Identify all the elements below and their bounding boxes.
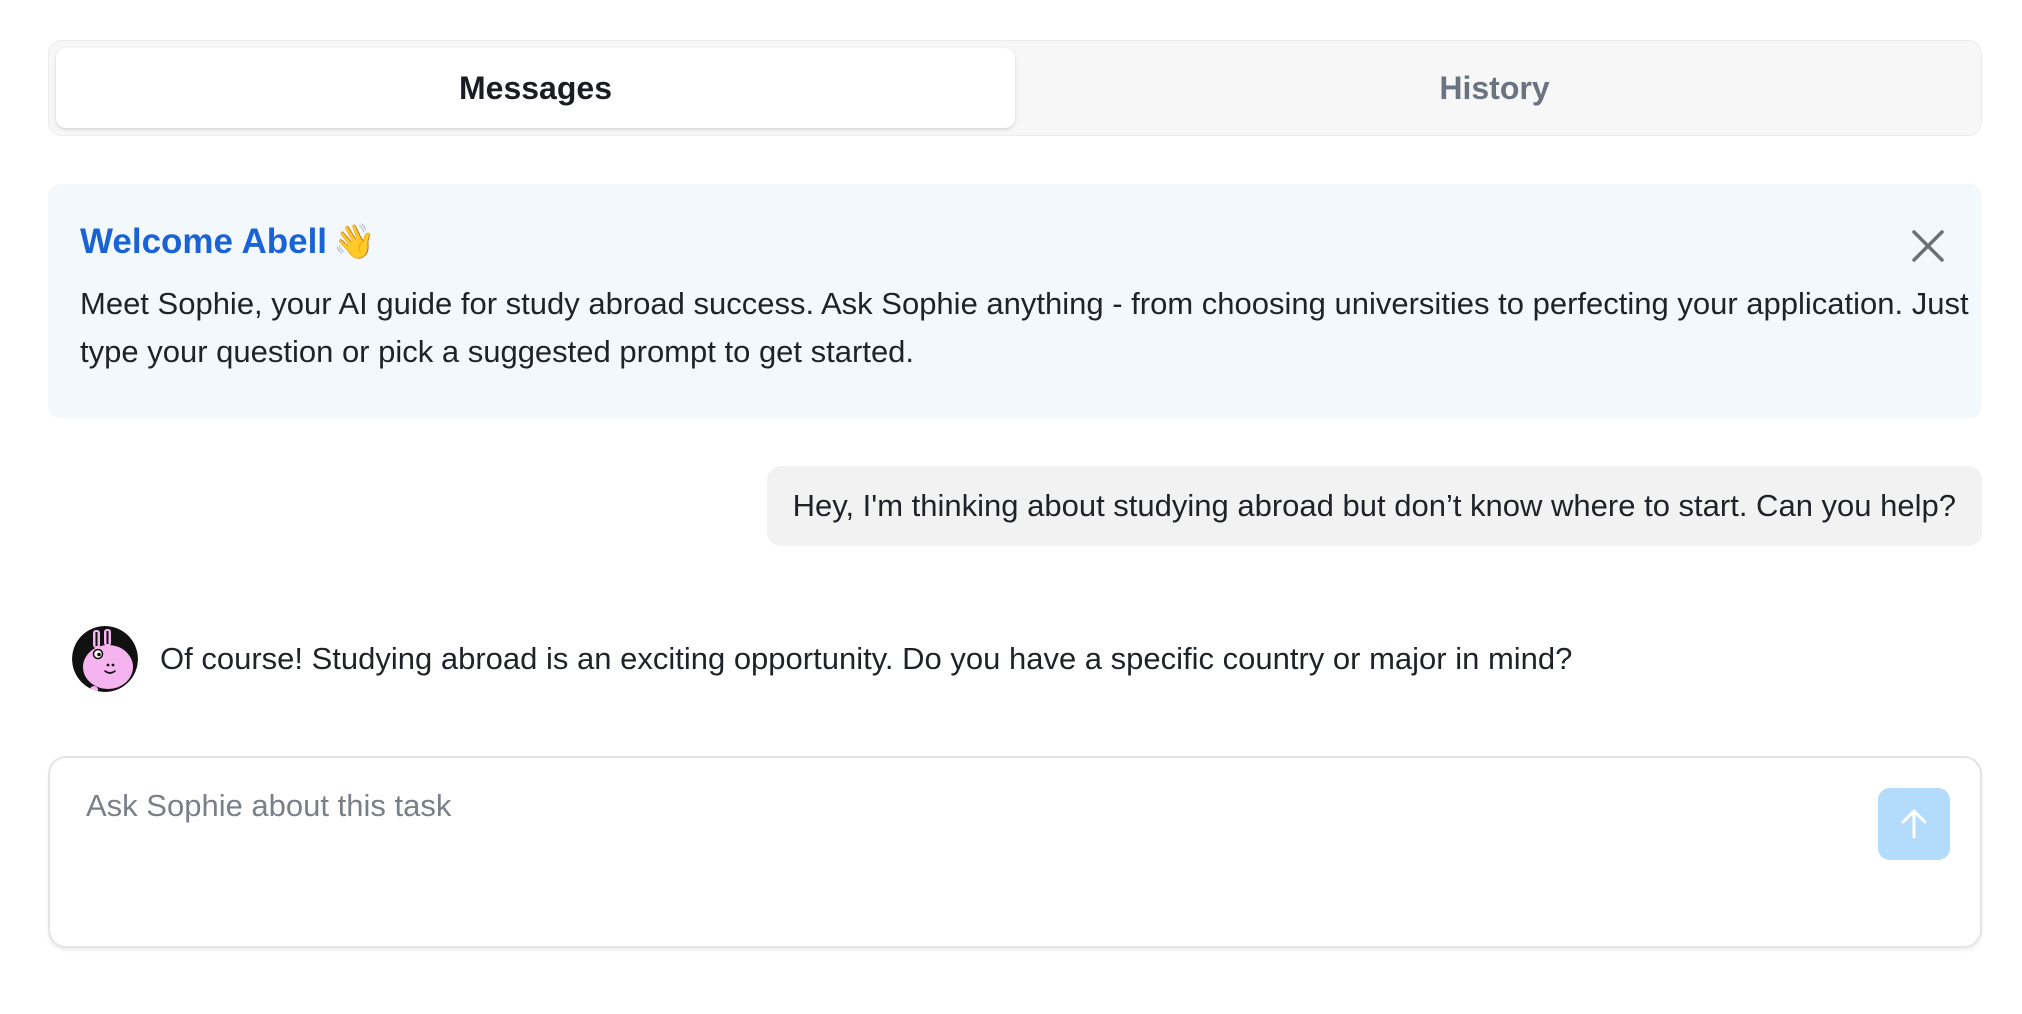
user-message: Hey, I'm thinking about studying abroad … <box>766 466 1982 546</box>
sophie-avatar-svg <box>72 626 138 692</box>
sophie-avatar <box>72 626 138 692</box>
welcome-title: Welcome Abell <box>80 222 328 261</box>
arrow-up-icon <box>1901 809 1927 839</box>
tab-bar: Messages History <box>48 40 1982 136</box>
close-icon-svg <box>1912 230 1944 262</box>
waving-hand-icon: 👋 <box>333 222 376 262</box>
tab-history[interactable]: History <box>1015 48 1974 128</box>
welcome-message: Meet Sophie, your AI guide for study abr… <box>80 286 1969 369</box>
assistant-message: Of course! Studying abroad is an excitin… <box>160 641 1573 676</box>
chat-input[interactable] <box>86 788 1906 918</box>
close-icon[interactable] <box>1908 226 1948 266</box>
welcome-banner: Welcome Abell 👋 Meet Sophie, your AI gui… <box>48 184 1982 418</box>
assistant-message-row: Of course! Studying abroad is an excitin… <box>72 626 1572 692</box>
tab-messages[interactable]: Messages <box>56 48 1015 128</box>
chat-composer <box>48 756 1982 948</box>
welcome-title-row: Welcome Abell 👋 <box>80 220 1950 264</box>
send-button[interactable] <box>1878 788 1950 860</box>
